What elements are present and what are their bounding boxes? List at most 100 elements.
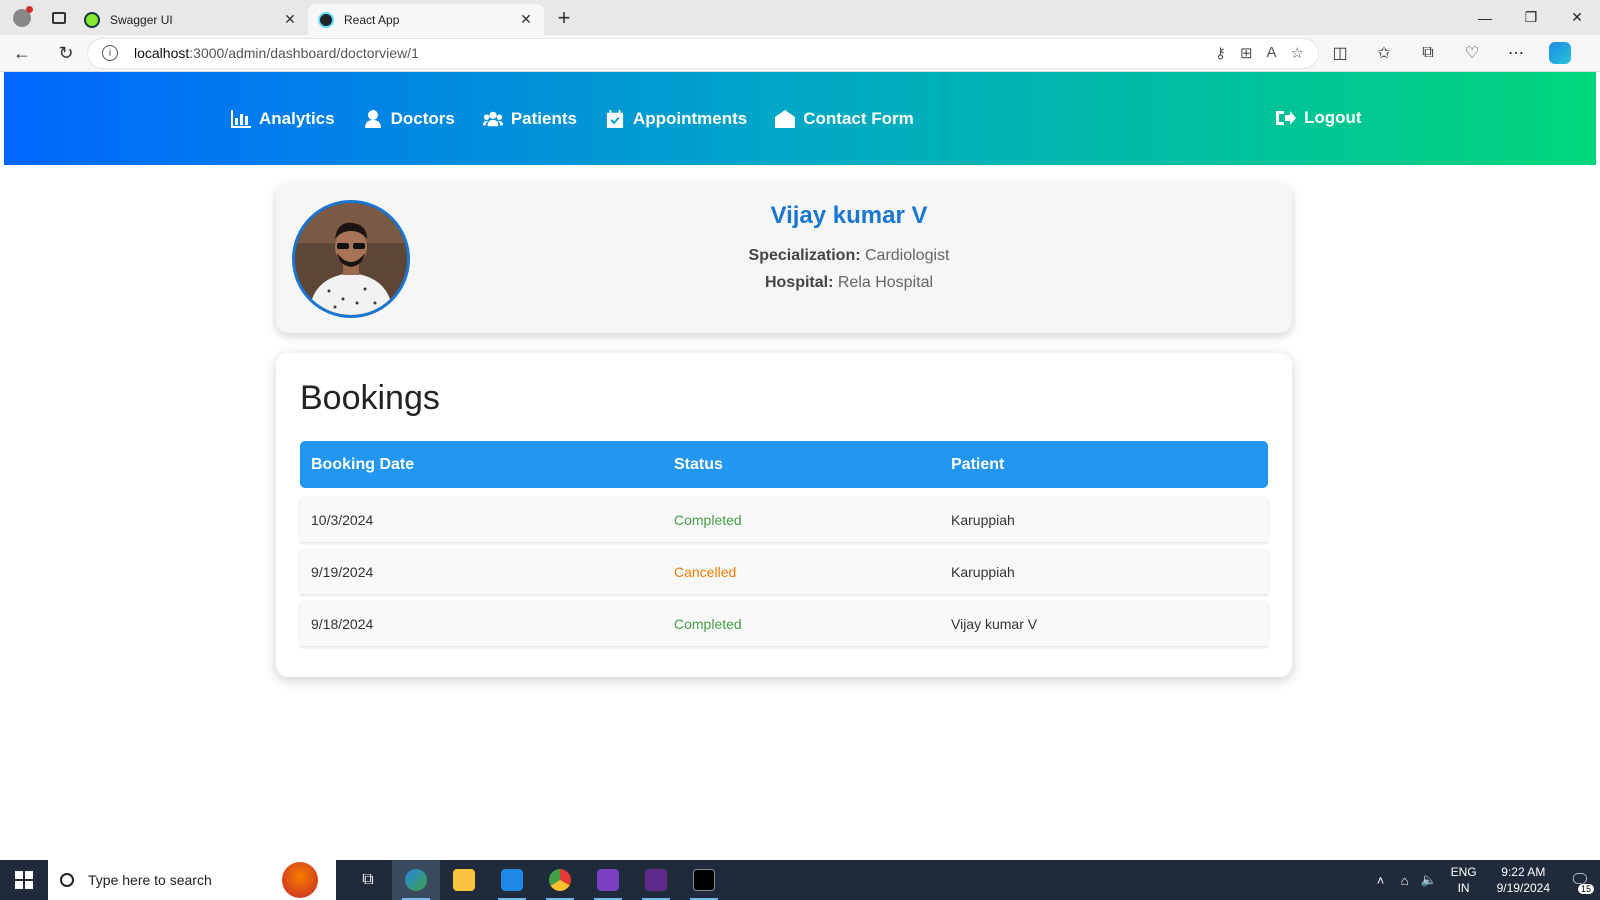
tab-label: React App <box>344 12 400 27</box>
table-row: 9/19/2024 Cancelled Karuppiah <box>300 550 1268 594</box>
booking-status-cell: Completed <box>674 512 742 528</box>
nav-patients[interactable]: Patients <box>482 108 577 129</box>
network-icon[interactable]: ⌂ <box>1393 873 1417 888</box>
taskbar-search-placeholder: Type here to search <box>88 872 212 888</box>
url-host: localhost <box>134 45 190 61</box>
profile-button[interactable] <box>0 0 44 35</box>
react-favicon-icon <box>318 11 334 28</box>
more-menu-icon[interactable]: ⋯ <box>1494 35 1538 72</box>
booking-date-cell: 10/3/2024 <box>311 512 374 528</box>
chrome-icon <box>549 869 571 891</box>
bookings-table-header: Booking Date Status Patient <box>300 441 1268 488</box>
close-window-button[interactable]: ✕ <box>1554 0 1600 35</box>
nav-label: Patients <box>510 108 577 128</box>
task-view-icon: ⧉ <box>362 871 374 888</box>
nav-label: Analytics <box>259 108 335 128</box>
split-screen-icon[interactable]: ◫ <box>1318 35 1362 72</box>
hospital-value: Rela Hospital <box>837 274 934 291</box>
taskbar-file-explorer[interactable] <box>440 860 488 900</box>
users-icon <box>482 111 503 126</box>
browser-tab-react[interactable]: React App ✕ <box>308 4 544 35</box>
start-button[interactable] <box>0 860 48 900</box>
notification-count: 15 <box>1577 884 1594 894</box>
minimize-button[interactable]: — <box>1462 0 1508 35</box>
swagger-favicon-icon <box>84 11 100 28</box>
bookings-title: Bookings <box>300 379 440 417</box>
url-input[interactable]: i localhost:3000/admin/dashboard/doctorv… <box>88 38 1318 68</box>
read-aloud-icon[interactable]: A <box>1267 44 1277 62</box>
bookings-card: Bookings Booking Date Status Patient 10/… <box>276 353 1292 677</box>
restore-button[interactable]: ❐ <box>1508 0 1554 35</box>
task-view-button[interactable]: ⧉ <box>344 860 392 900</box>
booking-date-cell: 9/18/2024 <box>311 616 374 632</box>
windows-taskbar: Type here to search ⧉ ˄ ⌂ 🔈 ENG IN 9:22 … <box>0 860 1600 900</box>
url-path: :3000/admin/dashboard/doctorview/1 <box>189 45 419 61</box>
chevron-up-icon[interactable]: ˄ <box>1369 873 1393 888</box>
specialization-value: Cardiologist <box>865 247 950 264</box>
site-info-icon[interactable]: i <box>102 45 118 61</box>
taskbar-visual-studio[interactable] <box>584 860 632 900</box>
extensions-icon[interactable]: ♡ <box>1450 35 1494 72</box>
back-button[interactable]: ← <box>0 35 44 72</box>
specialization-label: Specialization: <box>748 247 861 264</box>
booking-status-cell: Completed <box>674 616 742 632</box>
close-tab-icon[interactable]: ✕ <box>518 11 534 28</box>
top-navbar: Analytics Doctors Patients Appointments … <box>4 72 1596 165</box>
clock[interactable]: 9:22 AM 9/19/2024 <box>1497 864 1550 896</box>
clock-time: 9:22 AM <box>1501 865 1546 879</box>
nav-doctors[interactable]: Doctors <box>363 109 455 129</box>
close-tab-icon[interactable]: ✕ <box>282 11 298 28</box>
taskbar-vscode[interactable] <box>488 860 536 900</box>
taskbar-search-input[interactable]: Type here to search <box>48 860 336 900</box>
column-header-patient: Patient <box>951 456 1005 473</box>
apps-icon[interactable]: ⊞ <box>1240 44 1253 62</box>
sign-out-icon <box>1276 111 1296 125</box>
column-header-status: Status <box>674 456 723 473</box>
windows-logo-icon <box>15 871 33 889</box>
doctor-specialization: Specialization: Cardiologist <box>406 242 1292 269</box>
collections-icon[interactable]: ⧉ <box>1406 35 1450 72</box>
table-row: 9/18/2024 Completed Vijay kumar V <box>300 602 1268 646</box>
language-code: ENG <box>1450 865 1477 879</box>
logout-button[interactable]: Logout <box>1276 108 1362 128</box>
app-viewport: Analytics Doctors Patients Appointments … <box>4 72 1596 844</box>
new-tab-button[interactable]: + <box>544 0 584 35</box>
table-row: 10/3/2024 Completed Karuppiah <box>300 498 1268 542</box>
key-icon[interactable]: ⚷ <box>1215 44 1226 62</box>
vscode-icon <box>501 869 523 891</box>
browser-tab-swagger[interactable]: Swagger UI ✕ <box>74 4 308 35</box>
copilot-icon[interactable] <box>1538 35 1582 72</box>
visual-studio-icon <box>597 869 619 891</box>
taskbar-chrome[interactable] <box>536 860 584 900</box>
nav-appointments[interactable]: Appointments <box>605 109 747 129</box>
taskbar-terminal-purple[interactable] <box>632 860 680 900</box>
taskbar-edge[interactable] <box>392 860 440 900</box>
favorites-icon[interactable]: ✩ <box>1362 35 1406 72</box>
refresh-button[interactable]: ↻ <box>44 35 88 72</box>
tab-actions-icon <box>52 11 66 24</box>
favorite-star-icon[interactable]: ☆ <box>1291 44 1304 62</box>
search-highlight-icon[interactable] <box>282 862 318 898</box>
command-prompt-icon <box>693 869 715 891</box>
user-doctor-icon <box>364 109 381 128</box>
nav-analytics[interactable]: Analytics <box>231 109 335 129</box>
nav-contact-form[interactable]: Contact Form <box>775 109 914 129</box>
column-header-booking-date: Booking Date <box>311 456 415 473</box>
browser-tab-bar: Swagger UI ✕ React App ✕ + — ❐ ✕ <box>0 0 1600 35</box>
hospital-label: Hospital: <box>764 274 834 291</box>
search-icon <box>60 873 74 887</box>
booking-patient-cell: Karuppiah <box>951 564 1015 580</box>
tab-actions-button[interactable] <box>44 0 74 35</box>
taskbar-cmd[interactable] <box>680 860 728 900</box>
booking-status-cell: Cancelled <box>674 564 737 580</box>
address-bar-row: ← ↻ i localhost:3000/admin/dashboard/doc… <box>0 35 1600 72</box>
booking-date-cell: 9/19/2024 <box>311 564 374 580</box>
doctor-hospital: Hospital: Rela Hospital <box>406 269 1292 296</box>
chart-bar-icon <box>231 109 251 128</box>
terminal-icon <box>645 869 667 891</box>
edge-icon <box>405 869 427 891</box>
clock-date: 9/19/2024 <box>1496 881 1550 895</box>
volume-icon[interactable]: 🔈 <box>1417 872 1441 888</box>
input-language[interactable]: ENG IN <box>1451 864 1477 896</box>
notification-center-button[interactable]: 🗨 15 <box>1560 860 1600 900</box>
